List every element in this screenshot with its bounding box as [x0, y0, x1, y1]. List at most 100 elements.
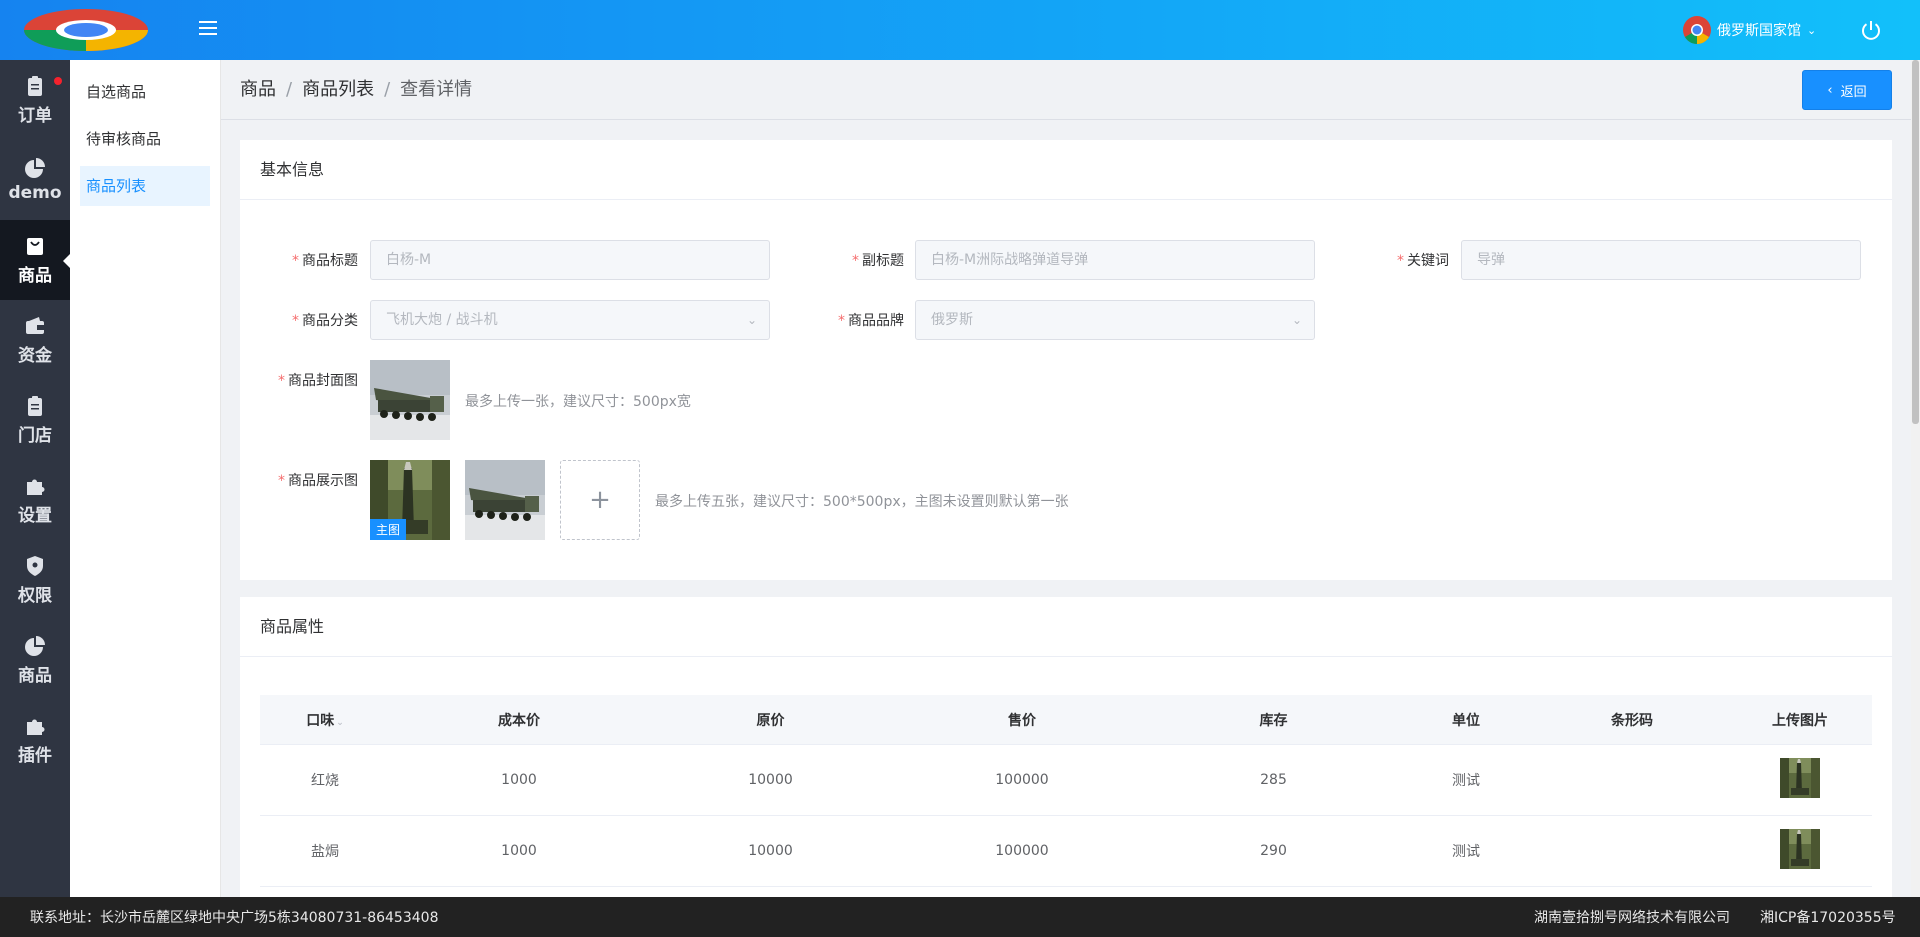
- nav-item-plugins[interactable]: 插件: [0, 700, 70, 780]
- nav-label: 订单: [18, 105, 52, 126]
- cell-flavor: 盐焗: [311, 844, 339, 860]
- footer-icp[interactable]: 湘ICP备17020355号: [1760, 907, 1896, 927]
- main-nav: 订单 demo 商品 资金 门店 设置 权限 商品 插件: [0, 60, 70, 897]
- brand-select[interactable]: 俄罗斯 ⌄: [915, 300, 1315, 340]
- puzzle-icon: [27, 719, 45, 735]
- subnav-item-product-list[interactable]: 商品列表: [80, 166, 210, 206]
- subnav-item-pending-review[interactable]: 待审核商品: [80, 119, 210, 159]
- footer-company: 湖南壹拾捌号网络技术有限公司: [1534, 910, 1730, 926]
- cover-image[interactable]: [370, 360, 450, 440]
- pie-chart-icon: [25, 635, 45, 656]
- back-button[interactable]: ‹ 返回: [1802, 70, 1892, 110]
- column-header: 售价: [1008, 712, 1036, 729]
- cell-price: 100000: [995, 772, 1049, 788]
- logo-icon[interactable]: [24, 9, 148, 51]
- cell-unit: 测试: [1452, 773, 1480, 789]
- nav-label: 插件: [18, 745, 52, 766]
- cell-stock: 285: [1260, 772, 1287, 788]
- cover-label: * 商品封面图: [278, 373, 358, 389]
- cell-image[interactable]: [1728, 829, 1872, 873]
- nav-item-funds[interactable]: 资金: [0, 300, 70, 380]
- gallery-image-main[interactable]: 主图: [370, 460, 450, 540]
- scrollbar-thumb[interactable]: [1912, 60, 1919, 424]
- nav-item-orders[interactable]: 订单: [0, 60, 70, 140]
- nav-item-settings[interactable]: 设置: [0, 460, 70, 540]
- breadcrumb-item[interactable]: 商品: [240, 79, 276, 100]
- category-select[interactable]: 飞机大炮 / 战斗机 ⌄: [370, 300, 770, 340]
- main-image-tag: 主图: [370, 519, 407, 540]
- plus-icon: +: [589, 485, 611, 515]
- menu-toggle-icon[interactable]: [199, 21, 217, 37]
- breadcrumb: 商品 / 商品列表 / 查看详情: [240, 79, 473, 100]
- nav-label: 商品: [18, 665, 52, 686]
- subtitle-label: * 副标题: [852, 253, 904, 269]
- column-header: 库存: [1259, 712, 1288, 729]
- nav-label: 门店: [18, 425, 52, 446]
- brand-label: * 商品品牌: [838, 313, 904, 329]
- card-title: 商品属性: [240, 597, 1892, 657]
- cell-flavor: 红烧: [311, 773, 339, 789]
- column-header: 原价: [756, 712, 785, 729]
- footer-address: 联系地址：长沙市岳麓区绿地中央广场5栋34080731-86453408: [30, 910, 439, 926]
- clipboard-icon: [28, 395, 42, 416]
- nav-item-demo[interactable]: demo: [0, 140, 70, 220]
- breadcrumb-item[interactable]: 商品列表: [302, 79, 374, 100]
- row-image[interactable]: [1780, 758, 1820, 798]
- table-header: 口味 ⌄ 成本价 原价 售价 库存 单位 条形码 上传图片: [260, 695, 1872, 745]
- chevron-down-icon: ⌄: [1807, 23, 1817, 37]
- back-button-label: 返回: [1840, 84, 1867, 100]
- table-row: 盐焗 1000 10000 100000 290 测试: [260, 816, 1872, 887]
- subtitle-input[interactable]: 白杨-M洲际战略弹道导弹: [915, 240, 1315, 280]
- chevron-down-icon: ⌄: [1291, 313, 1302, 327]
- clipboard-icon: [28, 75, 42, 96]
- attributes-table: 口味 ⌄ 成本价 原价 售价 库存 单位 条形码 上传图片 红烧 1000 100…: [260, 695, 1872, 887]
- wallet-icon: [26, 316, 44, 334]
- store-avatar-icon: [1683, 16, 1711, 44]
- title-input[interactable]: 白杨-M: [370, 240, 770, 280]
- breadcrumb-bar: 商品 / 商品列表 / 查看详情 ‹ 返回: [221, 60, 1920, 120]
- power-icon[interactable]: [1860, 19, 1882, 41]
- nav-label: 商品: [18, 265, 52, 286]
- pie-chart-icon: [25, 158, 45, 178]
- chevron-left-icon: ‹: [1827, 82, 1833, 98]
- puzzle-icon: [27, 479, 45, 495]
- column-header-flavor[interactable]: 口味 ⌄: [260, 710, 390, 730]
- keyword-label: * 关键词: [1397, 253, 1449, 269]
- cell-original: 10000: [748, 843, 793, 859]
- cell-stock: 290: [1260, 843, 1287, 859]
- column-header: 单位: [1452, 712, 1480, 729]
- notification-dot: [54, 77, 62, 85]
- column-header: 成本价: [498, 712, 540, 729]
- top-bar: 俄罗斯国家馆 ⌄: [0, 0, 1920, 60]
- subnav-item-selected-products[interactable]: 自选商品: [80, 72, 210, 112]
- store-switcher[interactable]: 俄罗斯国家馆 ⌄: [1683, 16, 1816, 44]
- store-name: 俄罗斯国家馆: [1717, 23, 1801, 39]
- cell-cost: 1000: [501, 843, 537, 859]
- column-header: 上传图片: [1772, 712, 1828, 729]
- cell-image[interactable]: [1728, 758, 1872, 802]
- page-scrollbar[interactable]: [1911, 60, 1920, 897]
- nav-item-products-2[interactable]: 商品: [0, 620, 70, 700]
- row-image[interactable]: [1780, 829, 1820, 869]
- nav-label: demo: [8, 183, 62, 203]
- cover-hint: 最多上传一张，建议尺寸：500px宽: [465, 394, 691, 410]
- gallery-label: * 商品展示图: [278, 473, 358, 489]
- cell-original: 10000: [748, 772, 793, 788]
- nav-item-stores[interactable]: 门店: [0, 380, 70, 460]
- title-label: * 商品标题: [292, 253, 358, 269]
- nav-item-permissions[interactable]: 权限: [0, 540, 70, 620]
- column-header: 条形码: [1611, 712, 1653, 729]
- table-row: 红烧 1000 10000 100000 285 测试: [260, 745, 1872, 816]
- shield-icon: [27, 555, 43, 576]
- upload-image-button[interactable]: +: [560, 460, 640, 540]
- nav-label: 权限: [18, 585, 52, 606]
- nav-item-products[interactable]: 商品: [0, 220, 70, 300]
- cell-price: 100000: [995, 843, 1049, 859]
- footer: 联系地址：长沙市岳麓区绿地中央广场5栋34080731-86453408 湖南壹…: [0, 897, 1920, 937]
- keyword-input[interactable]: 导弹: [1461, 240, 1861, 280]
- gallery-image[interactable]: [465, 460, 545, 540]
- chevron-down-icon: ⌄: [746, 313, 757, 327]
- category-label: * 商品分类: [292, 313, 358, 329]
- chevron-down-icon: ⌄: [336, 717, 344, 728]
- sub-nav: 自选商品 待审核商品 商品列表: [70, 60, 221, 897]
